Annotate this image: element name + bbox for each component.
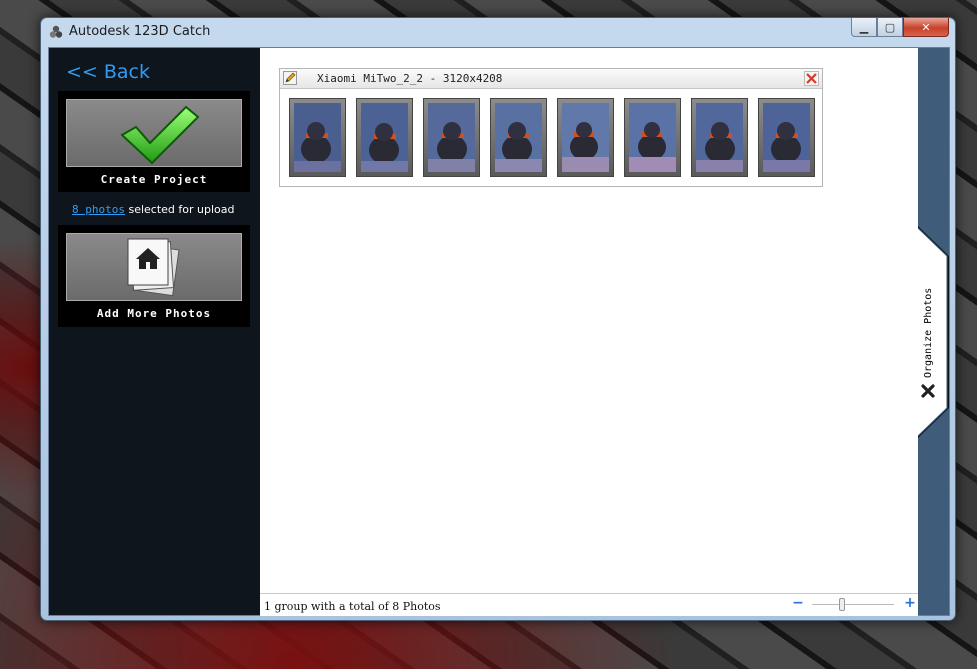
close-icon[interactable] [921,384,935,398]
zoom-track[interactable] [812,604,894,605]
zoom-handle[interactable] [838,598,845,611]
group-title: Xiaomi MiTwo_2_2 - 3120x4208 [317,72,503,85]
main-content: Xiaomi MiTwo_2_2 - 3120x4208 [260,48,918,593]
add-more-photos-button[interactable]: Add More Photos [58,225,250,327]
upload-info-suffix: selected for upload [124,203,235,216]
maximize-button[interactable]: ▢ [877,18,903,37]
photo-image [696,103,743,172]
photo-image [495,103,542,172]
window-title: Autodesk 123D Catch [69,24,211,39]
photo-thumbnail[interactable] [289,98,346,177]
photo-thumbnail[interactable] [490,98,547,177]
zoom-out-button[interactable]: − [792,596,804,610]
add-photos-tile [66,233,242,301]
zoom-slider[interactable]: − + [792,596,916,612]
title-bar[interactable]: Autodesk 123D Catch ▁ ▢ ✕ [41,18,955,46]
photo-image [428,103,475,172]
zoom-in-button[interactable]: + [904,596,916,610]
upload-info: 8 photos selected for upload [72,203,235,216]
photo-thumbnail[interactable] [356,98,413,177]
thumbnail-strip [289,98,815,177]
photo-image [361,103,408,172]
window-controls: ▁ ▢ ✕ [851,18,949,38]
right-panel: Organize Photos [918,48,949,615]
back-link[interactable]: << Back [66,61,150,83]
status-bar: 1 group with a total of 8 Photos − + [260,593,918,616]
minimize-button[interactable]: ▁ [851,18,877,37]
photo-thumbnail[interactable] [557,98,614,177]
photo-thumbnail[interactable] [423,98,480,177]
client-area: << Back Create Project 8 photos selected… [48,47,950,616]
group-header: Xiaomi MiTwo_2_2 - 3120x4208 [280,69,822,89]
photo-image [629,103,676,172]
close-icon[interactable] [804,71,819,86]
photo-thumbnail[interactable] [624,98,681,177]
app-window: Autodesk 123D Catch ▁ ▢ ✕ << Back Create… [40,17,956,621]
photo-stack-icon [127,238,180,297]
close-button[interactable]: ✕ [903,18,949,37]
app-logo-icon [49,25,63,38]
photos-link[interactable]: 8 photos [72,203,125,216]
add-photos-label: Add More Photos [96,307,212,320]
photo-group: Xiaomi MiTwo_2_2 - 3120x4208 [279,68,823,187]
checkmark-icon [120,105,200,165]
photo-thumbnail[interactable] [758,98,815,177]
organize-photos-tab[interactable]: Organize Photos [923,288,934,378]
photo-image [294,103,341,172]
photo-thumbnail[interactable] [691,98,748,177]
pencil-icon[interactable] [283,71,297,85]
photo-image [763,103,810,172]
create-project-button[interactable]: Create Project [58,91,250,192]
create-project-label: Create Project [100,173,208,186]
status-text: 1 group with a total of 8 Photos [264,600,441,613]
create-project-tile [66,99,242,167]
photo-image [562,103,609,172]
left-panel: << Back Create Project 8 photos selected… [49,48,260,615]
